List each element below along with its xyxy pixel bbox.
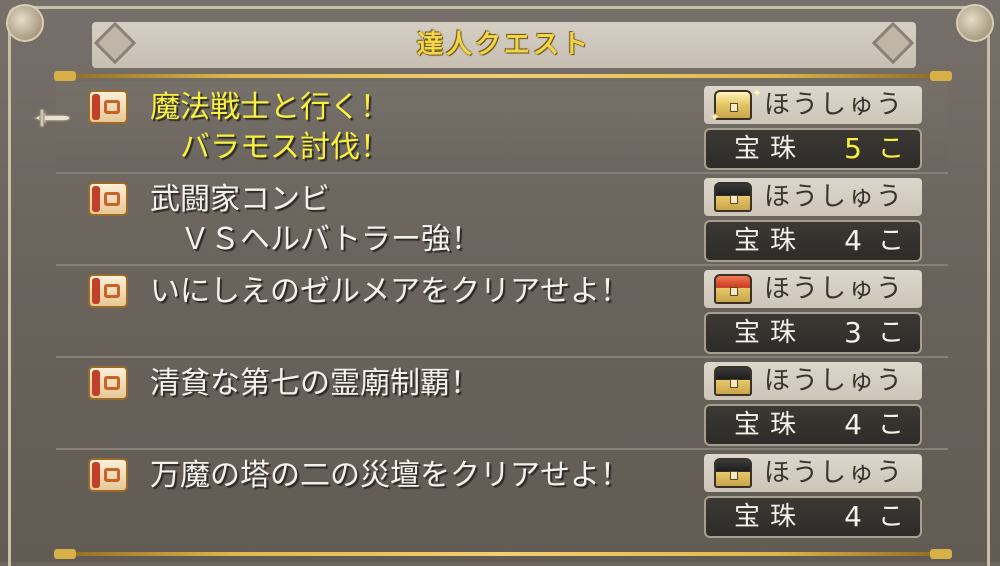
divider-cap [930, 549, 952, 559]
quest-row[interactable]: 武闘家コンビ ＶＳヘルバトラー強！ ほうしゅう 宝珠 4 こ [56, 174, 948, 266]
divider-cap [54, 71, 76, 81]
quest-row[interactable]: 万魔の塔の二の災壇をクリアせよ！ ほうしゅう 宝珠 4 こ [56, 450, 948, 542]
reward-count-panel: 宝珠 4 こ [704, 496, 922, 538]
reward-item: 宝珠 [734, 226, 807, 256]
page-title: 達人クエスト [416, 30, 591, 60]
reward-label-panel: ほうしゅう [704, 178, 922, 216]
reward-unit: こ [878, 134, 905, 164]
quest-row[interactable]: いにしえのゼルメアをクリアせよ！ ほうしゅう 宝珠 3 こ [56, 266, 948, 358]
reward-box: ✦ ✦ ほうしゅう 宝珠 5 こ [704, 86, 922, 170]
reward-count: 4 [844, 224, 862, 257]
reward-label: ほうしゅう [764, 458, 905, 488]
sparkle-icon: ✦ [752, 86, 763, 100]
quest-name: いにしえのゼルメアをクリアせよ！ [150, 274, 630, 309]
reward-label-panel: ほうしゅう [704, 270, 922, 308]
sparkle-icon: ✦ [710, 110, 721, 124]
reward-label: ほうしゅう [764, 366, 905, 396]
quest-name: 武闘家コンビ ＶＳヘルバトラー強！ [150, 182, 481, 257]
reward-count-panel: 宝珠 3 こ [704, 312, 922, 354]
reward-box: ほうしゅう 宝珠 3 こ [704, 270, 922, 354]
hand-pointer-icon [32, 108, 71, 128]
reward-box: ほうしゅう 宝珠 4 こ [704, 178, 922, 262]
reward-item: 宝珠 [734, 502, 807, 532]
scroll-icon [88, 182, 128, 216]
quest-name: 清貧な第七の霊廟制覇！ [150, 366, 480, 401]
title-bar: 達人クエスト [92, 21, 916, 68]
reward-unit: こ [878, 318, 905, 348]
reward-count: 4 [844, 408, 862, 441]
reward-label: ほうしゅう [764, 90, 905, 120]
reward-item: 宝珠 [734, 410, 807, 440]
reward-label: ほうしゅう [764, 182, 905, 212]
quest-row[interactable]: 魔法戦士と行く！ バラモス討伐！ ✦ ✦ ほうしゅう 宝珠 5 こ [32, 82, 948, 174]
reward-label-panel: ほうしゅう [704, 454, 922, 492]
reward-count: 5 [844, 132, 862, 165]
reward-unit: こ [878, 502, 905, 532]
reward-unit: こ [878, 226, 905, 256]
reward-unit: こ [878, 410, 905, 440]
reward-item: 宝珠 [734, 318, 807, 348]
treasure-chest-icon [714, 366, 752, 396]
divider-cap [930, 71, 952, 81]
corner-ornament-icon [956, 4, 994, 42]
reward-count: 4 [844, 500, 862, 533]
scroll-icon [88, 366, 128, 400]
quest-window: 達人クエスト 魔法戦士と行く！ バラモス討伐！ ✦ ✦ ほうしゅう 宝珠 5 こ… [0, 0, 1000, 566]
reward-label: ほうしゅう [764, 274, 905, 304]
scroll-icon [88, 90, 128, 124]
reward-box: ほうしゅう 宝珠 4 こ [704, 362, 922, 446]
reward-count-panel: 宝珠 4 こ [704, 404, 922, 446]
divider-top [58, 74, 948, 78]
divider-cap [54, 549, 76, 559]
quest-name: 魔法戦士と行く！ バラモス討伐！ [150, 90, 390, 165]
scroll-icon [88, 274, 128, 308]
divider-bottom [58, 552, 948, 556]
reward-count-panel: 宝珠 4 こ [704, 220, 922, 262]
quest-list: 魔法戦士と行く！ バラモス討伐！ ✦ ✦ ほうしゅう 宝珠 5 こ 武闘家コンビ… [32, 82, 948, 552]
treasure-chest-icon [714, 458, 752, 488]
quest-name: 万魔の塔の二の災壇をクリアせよ！ [150, 458, 630, 493]
treasure-chest-icon [714, 274, 752, 304]
reward-count: 3 [844, 316, 862, 349]
corner-ornament-icon [6, 4, 44, 42]
reward-count-panel: 宝珠 5 こ [704, 128, 922, 170]
scroll-icon [88, 458, 128, 492]
reward-box: ほうしゅう 宝珠 4 こ [704, 454, 922, 538]
reward-item: 宝珠 [734, 134, 807, 164]
reward-label-panel: ✦ ✦ ほうしゅう [704, 86, 922, 124]
reward-label-panel: ほうしゅう [704, 362, 922, 400]
treasure-chest-icon [714, 182, 752, 212]
quest-row[interactable]: 清貧な第七の霊廟制覇！ ほうしゅう 宝珠 4 こ [56, 358, 948, 450]
